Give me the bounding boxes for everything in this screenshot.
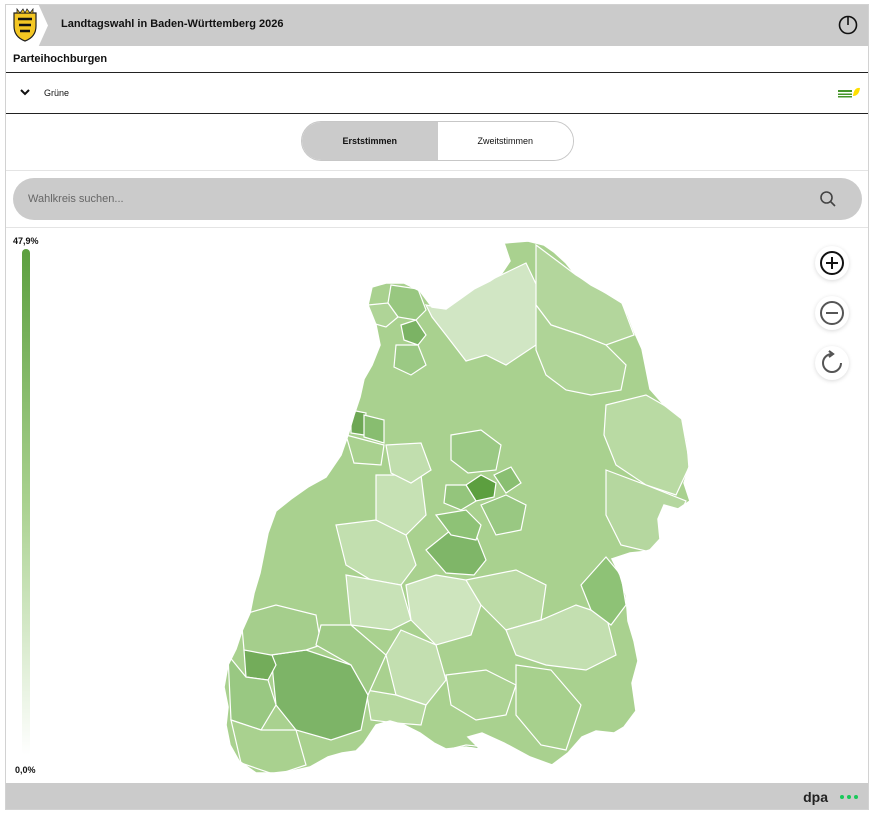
zoom-in-button[interactable] [815,246,849,280]
page-title: Landtagswahl in Baden-Württemberg 2026 [61,18,284,30]
party-dropdown[interactable]: Grüne [6,73,868,113]
dpa-dots-icon [837,795,858,799]
divider [6,227,868,228]
app-header: Landtagswahl in Baden-Württemberg 2026 [6,5,868,46]
power-icon[interactable] [838,15,858,35]
chevron-down-icon [20,89,30,96]
search-input[interactable] [28,178,788,220]
party-selected: Grüne [44,88,70,98]
zoom-out-icon [820,301,844,325]
reset-view-button[interactable] [815,346,849,380]
search-icon[interactable] [819,190,837,208]
zweitstimmen-button[interactable]: Zweitstimmen [437,122,573,160]
crest-badge [6,5,48,46]
dpa-logo: dpa [803,789,828,805]
vote-type-toggle: Erststimmen Zweitstimmen [301,121,574,161]
divider [6,170,868,171]
reset-icon [822,350,842,373]
divider [6,113,868,114]
district-map[interactable] [6,230,869,782]
search-bar [13,178,862,220]
zoom-out-button[interactable] [815,296,849,330]
section-title: Parteihochburgen [13,53,108,65]
footer: dpa [6,783,868,809]
zoom-in-icon [820,251,844,275]
districts[interactable] [206,235,706,782]
erststimmen-button[interactable]: Erststimmen [302,122,438,160]
gruene-logo-icon [838,87,860,98]
app-frame: Landtagswahl in Baden-Württemberg 2026 P… [5,4,869,810]
coat-of-arms-icon [13,8,37,42]
